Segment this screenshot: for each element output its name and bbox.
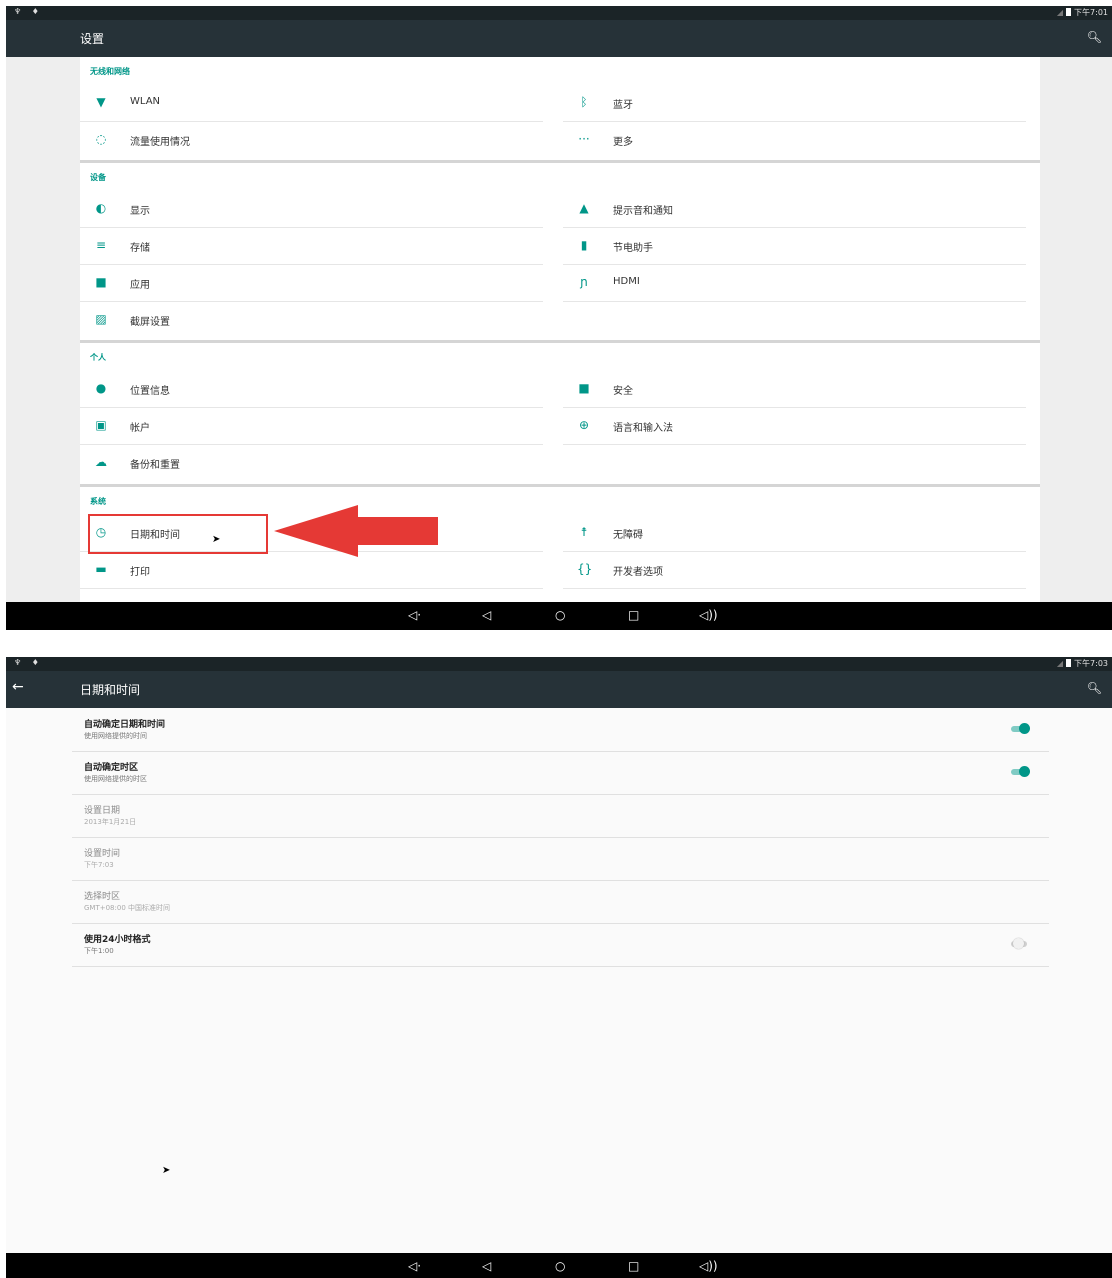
- section-header: 个人: [90, 353, 106, 362]
- recents-icon[interactable]: □: [628, 1259, 639, 1273]
- settings-item-bluetooth[interactable]: ᛒ 蓝牙: [563, 85, 1026, 122]
- signal-icon: ◢: [1056, 659, 1064, 668]
- settings-item-storage[interactable]: ≡ 存储: [80, 228, 543, 265]
- settings-item-battery[interactable]: ▮ 节电助手: [563, 228, 1026, 265]
- brightness-icon: ◐: [95, 201, 107, 215]
- mouse-cursor-icon: ➤: [162, 1165, 171, 1176]
- status-bar: ♆ ♦ ◢ 下午7:03: [6, 657, 1112, 671]
- section-header: 设备: [90, 173, 106, 182]
- use-24-hour-toggle[interactable]: [1011, 938, 1029, 949]
- wifi-icon: ▼: [96, 95, 106, 109]
- use-24-hour-row[interactable]: 使用24小时格式 下午1:00: [72, 924, 1049, 967]
- status-bar: ♆ ♦ ◢ 下午7:01: [6, 6, 1112, 20]
- screenshot-icon: ▨: [95, 312, 107, 326]
- battery-status-icon: [1066, 659, 1072, 667]
- volume-down-icon[interactable]: ◁·: [408, 608, 421, 622]
- status-time: 下午7:03: [1074, 659, 1108, 668]
- developer-icon: {}: [577, 562, 593, 576]
- account-icon: ▣: [95, 418, 107, 432]
- page-title: 日期和时间: [80, 683, 141, 697]
- section-personal: 个人 ● 位置信息 ■ 安全 ▣ 帐户 ⊕ 语言和输入法 ☁ 备份和重置: [80, 343, 1040, 487]
- section-header: 无线和网络: [90, 67, 130, 76]
- accessibility-icon: ☨: [580, 525, 588, 539]
- settings-item-accounts[interactable]: ▣ 帐户: [80, 408, 543, 445]
- settings-item-location[interactable]: ● 位置信息: [80, 371, 543, 408]
- battery-icon: ▮: [580, 238, 588, 252]
- cloud-icon: ☁: [95, 455, 107, 469]
- settings-item-accessibility[interactable]: ☨ 无障碍: [563, 515, 1026, 552]
- mouse-cursor-icon: ➤: [212, 534, 221, 545]
- home-icon[interactable]: ○: [555, 1259, 565, 1273]
- navigation-bar: ◁· ◁ ○ □ ◁)): [6, 1253, 1112, 1278]
- navigation-bar: ◁· ◁ ○ □ ◁)): [6, 602, 1112, 630]
- auto-timezone-toggle[interactable]: [1011, 766, 1030, 777]
- search-icon[interactable]: 🔍︎: [1087, 30, 1102, 44]
- data-usage-icon: ◌: [95, 132, 107, 146]
- home-icon[interactable]: ○: [555, 608, 565, 622]
- back-nav-icon[interactable]: ◁: [482, 608, 491, 622]
- section-wireless: 无线和网络 ▼ WLAN ᛒ 蓝牙 ◌ 流量使用情况 ··· 更多: [80, 57, 1040, 163]
- settings-item-sound[interactable]: ▲ 提示音和通知: [563, 191, 1026, 228]
- auto-date-time-toggle[interactable]: [1011, 723, 1030, 734]
- settings-item-apps[interactable]: ■ 应用: [80, 265, 543, 302]
- volume-down-icon[interactable]: ◁·: [408, 1259, 421, 1273]
- settings-item-screenshot[interactable]: ▨ 截屏设置: [80, 302, 543, 338]
- set-time-row[interactable]: 设置时间 下午7:03: [72, 838, 1049, 881]
- settings-item-language[interactable]: ⊕ 语言和输入法: [563, 408, 1026, 445]
- settings-item-backup[interactable]: ☁ 备份和重置: [80, 445, 543, 481]
- date-time-screenshot: ♆ ♦ ◢ 下午7:03 ← 日期和时间 🔍︎ 自动确定日期和时间 使用网络提供的…: [6, 657, 1112, 1278]
- location-icon: ●: [95, 381, 107, 395]
- android-icon: ■: [95, 275, 107, 289]
- select-timezone-row[interactable]: 选择时区 GMT+08:00 中国标准时间: [72, 881, 1049, 924]
- recents-icon[interactable]: □: [628, 608, 639, 622]
- status-left-icons: ♆ ♦: [14, 7, 43, 16]
- auto-timezone-row[interactable]: 自动确定时区 使用网络提供的时区: [72, 752, 1049, 795]
- status-left-icons: ♆ ♦: [14, 658, 43, 667]
- highlight-box: [88, 514, 268, 554]
- volume-up-icon[interactable]: ◁)): [699, 608, 718, 622]
- settings-item-wlan[interactable]: ▼ WLAN: [80, 85, 543, 122]
- settings-item-more[interactable]: ··· 更多: [563, 122, 1026, 158]
- battery-status-icon: [1066, 8, 1072, 16]
- storage-icon: ≡: [95, 238, 107, 252]
- lock-icon: ■: [578, 381, 590, 395]
- section-header: 系统: [90, 497, 106, 506]
- app-bar: ← 日期和时间 🔍︎: [6, 671, 1112, 708]
- settings-item-security[interactable]: ■ 安全: [563, 371, 1026, 408]
- bluetooth-icon: ᛒ: [580, 95, 588, 109]
- search-icon[interactable]: 🔍︎: [1087, 681, 1102, 695]
- red-arrow-icon: [274, 505, 438, 557]
- status-time: 下午7:01: [1074, 8, 1108, 17]
- print-icon: ▬: [95, 562, 107, 576]
- settings-item-developer[interactable]: {} 开发者选项: [563, 552, 1026, 589]
- settings-item-hdmi[interactable]: ɲ HDMI: [563, 265, 1026, 302]
- set-date-row[interactable]: 设置日期 2013年1月21日: [72, 795, 1049, 838]
- back-arrow-icon[interactable]: ←: [12, 679, 24, 695]
- hdmi-icon: ɲ: [580, 275, 588, 289]
- settings-item-display[interactable]: ◐ 显示: [80, 191, 543, 228]
- signal-icon: ◢: [1056, 8, 1064, 17]
- volume-up-icon[interactable]: ◁)): [699, 1259, 718, 1273]
- settings-screenshot: ♆ ♦ ◢ 下午7:01 设置 🔍︎ 无线和网络 ▼ WLAN ᛒ 蓝牙 ◌ 流量使用情…: [6, 6, 1112, 630]
- app-bar: 设置 🔍︎: [6, 20, 1112, 57]
- page-title: 设置: [80, 32, 105, 46]
- settings-item-data-usage[interactable]: ◌ 流量使用情况: [80, 122, 543, 158]
- auto-date-time-row[interactable]: 自动确定日期和时间 使用网络提供的时间: [72, 709, 1049, 752]
- section-device: 设备 ◐ 显示 ▲ 提示音和通知 ≡ 存储 ▮ 节电助手 ■ 应用 ɲ HDMI ▨ 截屏设置: [80, 163, 1040, 343]
- back-nav-icon[interactable]: ◁: [482, 1259, 491, 1273]
- more-icon: ···: [578, 132, 590, 146]
- bell-icon: ▲: [579, 201, 589, 215]
- globe-icon: ⊕: [578, 418, 590, 432]
